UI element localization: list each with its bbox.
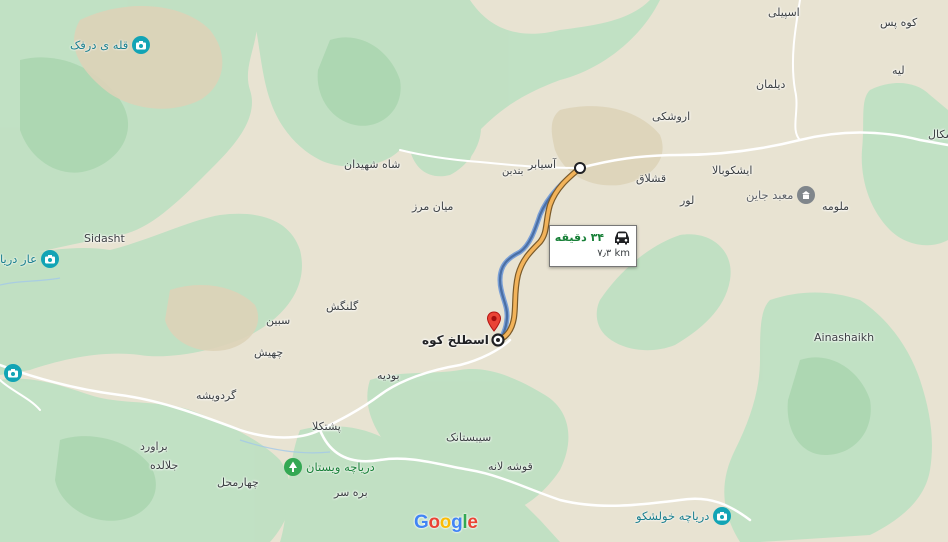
google-logo-letter: g bbox=[451, 512, 463, 533]
place-label: بودیه bbox=[377, 369, 400, 382]
poi-darya-khulshku[interactable]: دریاچه خولشکو bbox=[636, 507, 732, 525]
google-logo-letter: G bbox=[414, 512, 429, 533]
destination-circle-icon[interactable] bbox=[490, 332, 506, 348]
place-label: جلالده bbox=[150, 459, 179, 472]
place-label: ایشکوبالا bbox=[712, 164, 753, 177]
place-label: Ainashaikh bbox=[814, 331, 875, 344]
route-distance: ۷٫۳ km bbox=[597, 248, 630, 259]
place-label: گردویشه bbox=[196, 389, 237, 402]
place-label: Sidasht bbox=[84, 232, 125, 245]
destination-label: اسطلخ کوه bbox=[422, 333, 489, 347]
place-label: شکال bbox=[928, 128, 948, 141]
place-label: لیه bbox=[892, 64, 905, 77]
poi-label: دریاچه ویستان bbox=[306, 460, 375, 474]
route-info-box[interactable]: ۳۴ دقیقه ۷٫۳ km bbox=[549, 225, 637, 267]
poi-darya-vistan[interactable]: دریاچه ویستان bbox=[284, 458, 375, 476]
circle-start-icon[interactable] bbox=[573, 161, 587, 175]
temple-icon bbox=[797, 186, 816, 204]
google-logo: Google bbox=[414, 512, 478, 534]
place-label: چهارمحل bbox=[217, 476, 259, 489]
place-label: ملومه bbox=[822, 200, 850, 213]
camera-icon bbox=[40, 250, 59, 268]
place-label: سیبستانک bbox=[446, 431, 492, 444]
place-label: شاه شهیدان bbox=[344, 158, 401, 171]
poi-qaleh-darfak[interactable]: قله ی درفک bbox=[70, 36, 151, 54]
place-label: بره سر bbox=[334, 486, 368, 499]
place-label: سبین bbox=[266, 314, 291, 327]
place-label: آسیابر bbox=[528, 158, 557, 171]
camera-icon bbox=[132, 36, 151, 54]
poi-mabad-jain[interactable]: معبد جاین bbox=[746, 186, 816, 204]
car-icon bbox=[615, 231, 629, 245]
poi-label: معبد جاین bbox=[746, 188, 794, 202]
poi-label: عار دریا bbox=[0, 252, 37, 266]
destination-pin-icon[interactable] bbox=[486, 311, 502, 333]
place-label: لور bbox=[680, 194, 695, 207]
terrain-layer bbox=[0, 0, 948, 542]
place-label: قشلاق bbox=[636, 172, 667, 185]
place-label: بندبن bbox=[502, 166, 524, 177]
place-label: اسپیلی bbox=[768, 6, 800, 19]
poi-label: قله ی درفک bbox=[70, 38, 129, 52]
map-canvas[interactable]: ۳۴ دقیقه ۷٫۳ km اسپیلی کوه پس لیه دیلمان… bbox=[0, 0, 948, 542]
place-label: چهیش bbox=[254, 346, 284, 359]
poi-aar-darya[interactable]: عار دریا bbox=[0, 250, 59, 268]
poi-camera-west[interactable] bbox=[4, 364, 22, 382]
google-logo-letter: e bbox=[467, 512, 478, 533]
place-label: براورد bbox=[140, 440, 168, 453]
camera-icon bbox=[713, 507, 732, 525]
place-label: میان مرز bbox=[412, 200, 454, 213]
route-duration: ۳۴ دقیقه bbox=[554, 231, 604, 244]
place-label: قوشه لانه bbox=[488, 460, 533, 473]
place-label: دیلمان bbox=[756, 78, 786, 91]
google-logo-letter: o bbox=[428, 512, 440, 533]
place-label: اروشکی bbox=[652, 110, 691, 123]
place-label: کوه پس bbox=[880, 16, 918, 29]
poi-label: دریاچه خولشکو bbox=[636, 509, 710, 523]
google-logo-letter: o bbox=[439, 512, 452, 533]
tree-icon bbox=[284, 458, 302, 476]
place-label: پشتکلا bbox=[312, 420, 341, 433]
place-label: گلنگش bbox=[326, 300, 359, 313]
camera-icon bbox=[4, 364, 22, 382]
